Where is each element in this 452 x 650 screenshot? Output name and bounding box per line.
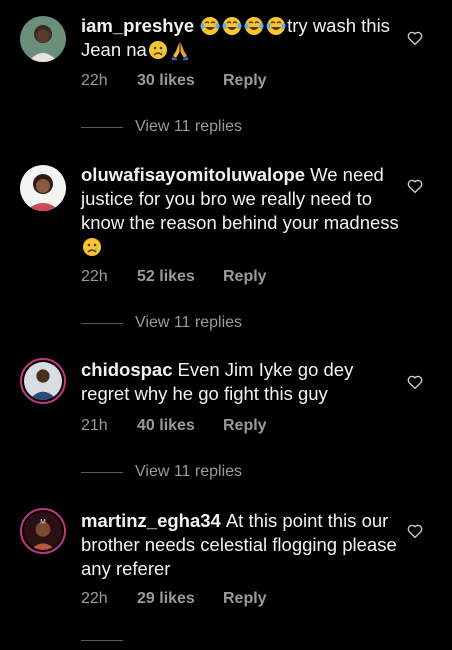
comment-username[interactable]: iam_preshye bbox=[81, 15, 194, 36]
folded-hands-emoji bbox=[170, 40, 190, 60]
comment-body: oluwafisayomitoluwalope We need justice f… bbox=[81, 163, 399, 259]
comment-username[interactable]: martinz_egha34 bbox=[81, 510, 221, 531]
comment-body: iam_preshye try wash this Jean na bbox=[81, 14, 399, 62]
heart-outline-icon bbox=[407, 375, 423, 390]
like-button[interactable] bbox=[406, 177, 424, 195]
view-replies-button[interactable]: View 11 replies bbox=[81, 117, 242, 137]
comment-meta: 22h 29 likes Reply bbox=[81, 590, 267, 608]
view-replies-button[interactable] bbox=[81, 630, 135, 650]
divider bbox=[81, 471, 123, 473]
comment-time: 22h bbox=[81, 590, 108, 607]
comment-likes[interactable]: 29 likes bbox=[137, 590, 223, 608]
tears-of-joy-emoji bbox=[222, 16, 242, 36]
comment-likes[interactable]: 30 likes bbox=[137, 72, 223, 90]
avatar[interactable] bbox=[20, 358, 66, 404]
like-button[interactable] bbox=[406, 29, 424, 47]
view-replies-button[interactable]: View 11 replies bbox=[81, 313, 242, 333]
comment-meta: 21h 40 likes Reply bbox=[81, 417, 267, 435]
comment-likes[interactable]: 40 likes bbox=[137, 417, 223, 435]
comment-username[interactable]: oluwafisayomitoluwalope bbox=[81, 164, 305, 185]
svg-text:M: M bbox=[40, 519, 46, 526]
comment-meta: 22h 52 likes Reply bbox=[81, 268, 267, 286]
comment-username[interactable]: chidospac bbox=[81, 359, 173, 380]
comment-time: 21h bbox=[81, 417, 108, 434]
comment-body: chidospac Even Jim Iyke go dey regret why… bbox=[81, 358, 399, 406]
comment-time: 22h bbox=[81, 268, 108, 285]
reply-button[interactable]: Reply bbox=[223, 417, 267, 435]
comment-body: martinz_egha34 At this point this our bro… bbox=[81, 509, 399, 581]
divider bbox=[81, 322, 123, 324]
heart-outline-icon bbox=[407, 524, 423, 539]
divider bbox=[81, 126, 123, 128]
reply-button[interactable]: Reply bbox=[223, 72, 267, 90]
crying-face-emoji bbox=[148, 40, 168, 60]
heart-outline-icon bbox=[407, 31, 423, 46]
crying-face-emoji bbox=[82, 237, 102, 257]
comment-likes[interactable]: 52 likes bbox=[137, 268, 223, 286]
view-replies-button[interactable]: View 11 replies bbox=[81, 462, 242, 482]
avatar-image: M bbox=[24, 512, 62, 550]
tears-of-joy-emoji bbox=[200, 16, 220, 36]
like-button[interactable] bbox=[406, 373, 424, 391]
view-replies-label: View 11 replies bbox=[135, 463, 243, 480]
comment-time: 22h bbox=[81, 72, 108, 89]
tears-of-joy-emoji bbox=[266, 16, 286, 36]
like-button[interactable] bbox=[406, 522, 424, 540]
avatar[interactable]: M bbox=[20, 508, 66, 554]
reply-button[interactable]: Reply bbox=[223, 590, 267, 608]
reply-button[interactable]: Reply bbox=[223, 268, 267, 286]
view-replies-label: View 11 replies bbox=[135, 118, 243, 135]
avatar[interactable] bbox=[20, 16, 66, 62]
avatar-image bbox=[20, 165, 66, 211]
view-replies-label: View 11 replies bbox=[135, 314, 243, 331]
avatar[interactable] bbox=[20, 165, 66, 211]
avatar-image bbox=[24, 362, 62, 400]
comment-meta: 22h 30 likes Reply bbox=[81, 72, 267, 90]
heart-outline-icon bbox=[407, 179, 423, 194]
avatar-image bbox=[20, 16, 66, 62]
tears-of-joy-emoji bbox=[244, 16, 264, 36]
